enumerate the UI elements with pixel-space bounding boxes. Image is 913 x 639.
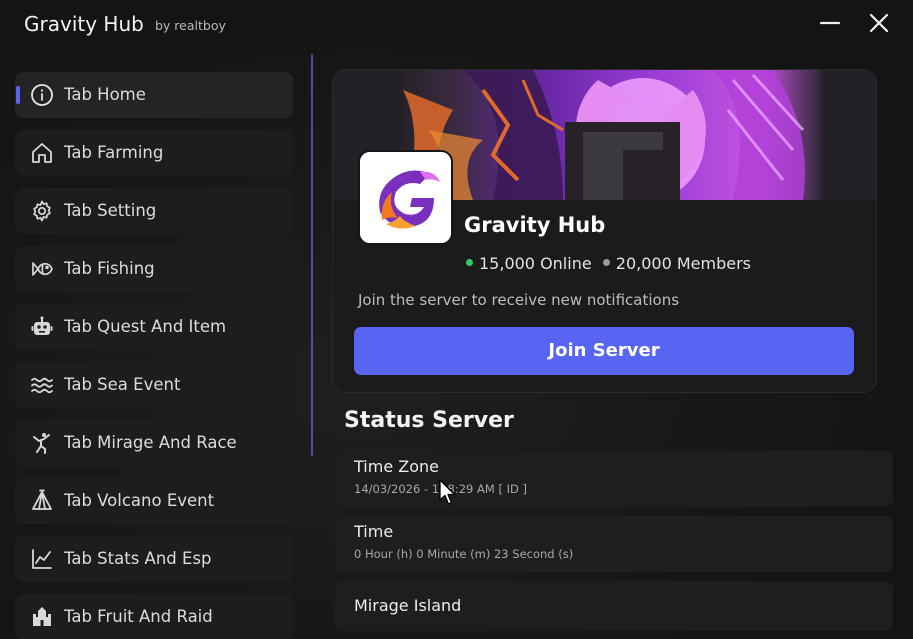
chart-line-icon (30, 547, 54, 571)
sidebar-item-label: Tab Mirage And Race (64, 433, 237, 452)
castle-icon (30, 605, 54, 629)
row-title: Time Zone (354, 457, 439, 476)
sidebar-item-label: Tab Home (64, 85, 146, 104)
sidebar-item-label: Tab Volcano Event (64, 491, 215, 510)
members-dot (602, 259, 610, 266)
sidebar-item-fruit-and-raid[interactable]: Tab Fruit And Raid (15, 594, 293, 639)
sidebar-item-fishing[interactable]: Tab Fishing (15, 246, 293, 292)
sidebar-item-label: Tab Farming (64, 143, 164, 162)
app-title: Gravity Hub (24, 12, 144, 36)
status-section-title: Status Server (344, 408, 514, 433)
server-stats: 15,000 Online 20,000 Members (466, 254, 751, 273)
gear-icon (30, 199, 54, 223)
server-logo (358, 150, 453, 245)
close-icon (869, 13, 889, 33)
sidebar-item-quest-and-item[interactable]: Tab Quest And Item (15, 304, 293, 350)
join-server-button[interactable]: Join Server (354, 327, 854, 375)
close-button[interactable] (866, 10, 892, 36)
sidebar-item-farming[interactable]: Tab Farming (15, 130, 293, 176)
status-row-mirage-island[interactable]: Mirage Island (335, 581, 893, 631)
row-value: 0 Hour (h) 0 Minute (m) 23 Second (s) (354, 547, 574, 561)
sidebar-item-label: Tab Stats And Esp (64, 549, 212, 568)
tent-icon (30, 489, 54, 513)
sidebar: Tab Home Tab Farming Tab Setting Tab Fis… (0, 68, 300, 639)
invite-text: Join the server to receive new notificat… (358, 291, 680, 309)
karate-icon (30, 431, 54, 455)
minimize-button[interactable] (817, 10, 843, 36)
member-count: 20,000 Members (615, 254, 751, 273)
server-name: Gravity Hub (464, 213, 606, 237)
sidebar-divider (311, 54, 313, 456)
waves-icon (30, 373, 54, 397)
sidebar-item-label: Tab Sea Event (64, 375, 181, 394)
title-bar[interactable]: Gravity Hub by realtboy (0, 0, 913, 50)
sidebar-item-sea-event[interactable]: Tab Sea Event (15, 362, 293, 408)
info-icon (30, 83, 54, 107)
minimize-icon (819, 21, 841, 25)
sidebar-item-label: Tab Setting (64, 201, 157, 220)
fish-icon (30, 257, 54, 281)
sidebar-item-label: Tab Fruit And Raid (64, 607, 213, 626)
online-count: 15,000 Online (479, 254, 592, 273)
mouse-cursor-icon (438, 479, 458, 507)
row-title: Time (354, 522, 394, 541)
home-icon (30, 141, 54, 165)
sidebar-item-volcano-event[interactable]: Tab Volcano Event (15, 478, 293, 524)
sidebar-item-stats-and-esp[interactable]: Tab Stats And Esp (15, 536, 293, 582)
status-row-time[interactable]: Time 0 Hour (h) 0 Minute (m) 23 Second (… (335, 516, 893, 572)
row-title: Mirage Island (354, 596, 462, 615)
active-indicator (16, 86, 20, 104)
robot-icon (30, 315, 54, 339)
online-dot (466, 259, 473, 266)
sidebar-item-mirage-and-race[interactable]: Tab Mirage And Race (15, 420, 293, 466)
discord-server-card: Gravity Hub 15,000 Online 20,000 Members… (332, 69, 877, 393)
app-subtitle: by realtboy (155, 18, 226, 33)
sidebar-item-home[interactable]: Tab Home (15, 72, 293, 118)
app-window: Gravity Hub by realtboy Tab Home Tab Far… (0, 0, 913, 639)
sidebar-item-setting[interactable]: Tab Setting (15, 188, 293, 234)
sidebar-item-label: Tab Quest And Item (64, 317, 227, 336)
sidebar-item-label: Tab Fishing (64, 259, 155, 278)
status-row-time-zone[interactable]: Time Zone 14/03/2026 - 1 28:29 AM [ ID ] (335, 451, 893, 507)
